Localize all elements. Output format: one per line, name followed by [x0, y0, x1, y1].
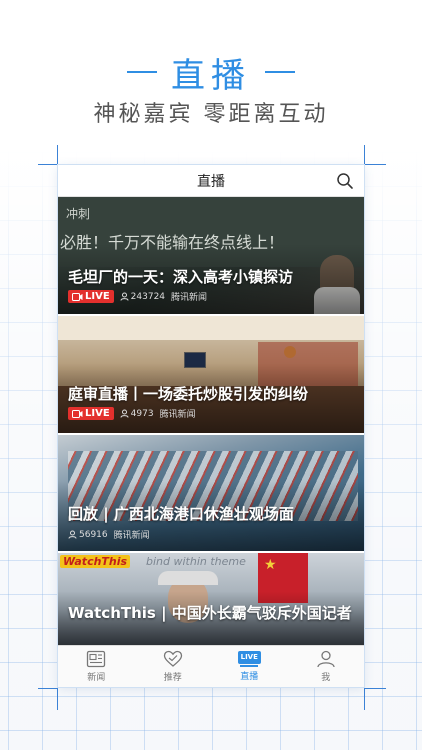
- ceiling: [58, 316, 364, 340]
- tab-live[interactable]: LIVE 直播: [219, 646, 279, 688]
- frame-accent-line: [364, 145, 365, 165]
- nav-title: 直播: [197, 173, 225, 190]
- card-title: 庭审直播丨一场委托炒股引发的纠纷: [68, 385, 309, 403]
- news-icon: [87, 650, 106, 668]
- video-camera-icon: [72, 409, 83, 418]
- tab-recommend[interactable]: 推荐: [143, 646, 203, 688]
- tab-me[interactable]: 我: [296, 646, 356, 688]
- card-meta: LIVE 243724 腾讯新闻: [68, 290, 207, 303]
- view-count: 4973: [120, 409, 154, 419]
- view-count: 56916: [68, 530, 108, 540]
- card-source: 腾讯新闻: [159, 410, 196, 420]
- backdrop-text: bind within theme: [146, 555, 246, 568]
- card-meta: LIVE 4973 腾讯新闻: [68, 407, 196, 420]
- card-source: 腾讯新闻: [113, 531, 150, 541]
- tab-bar: 新闻 推荐 LIVE 直播 我: [58, 645, 364, 687]
- live-card[interactable]: 冲刺 必胜！千万不能输在终点线上！ 毛坦厂的一天：深入高考小镇探访 LIVE 2…: [58, 197, 364, 316]
- hero-title: 直播: [0, 48, 422, 96]
- tab-recommend-label: 推荐: [163, 673, 182, 683]
- card-title: WatchThis | 中国外长霸气驳斥外国记者: [68, 604, 352, 622]
- hero-subtitle: 神秘嘉宾 零距离互动: [93, 102, 329, 127]
- live-badge-label: LIVE: [85, 291, 110, 302]
- live-icon: LIVE: [237, 651, 261, 664]
- video-card[interactable]: bind within theme ★ WatchThis WatchThis …: [58, 553, 364, 645]
- card-meta: 56916 腾讯新闻: [68, 528, 150, 541]
- view-count-value: 243724: [130, 291, 166, 302]
- frame-accent-line: [364, 164, 386, 165]
- live-card[interactable]: 庭审直播丨一场委托炒股引发的纠纷 LIVE 4973 腾讯新闻: [58, 316, 364, 435]
- view-count-value: 56916: [79, 529, 108, 540]
- hero-title-text: 直播: [171, 55, 251, 96]
- speaker-hair: [158, 571, 218, 585]
- frame-accent-line: [57, 688, 58, 710]
- heart-icon: [163, 650, 182, 667]
- nav-bar: 直播: [58, 165, 364, 197]
- frame-accent-line: [364, 688, 386, 689]
- live-badge-label: LIVE: [85, 408, 110, 419]
- phone-screen: 直播 冲刺 必胜！千万不能输在终点线上！ 毛坦厂的一天：深入高考小镇探访 LIV…: [58, 165, 364, 687]
- person-icon: [68, 530, 77, 539]
- video-camera-icon: [72, 292, 83, 301]
- flag-star: ★: [264, 557, 277, 573]
- frame-accent-line: [57, 145, 58, 165]
- view-count: 243724: [120, 292, 165, 302]
- replay-card[interactable]: 回放 | 广西北海港口休渔壮观场面 56916 腾讯新闻: [58, 435, 364, 553]
- frame-accent-line: [38, 688, 58, 689]
- frame-accent-line: [38, 164, 58, 165]
- view-count-value: 4973: [130, 408, 154, 419]
- live-badge: LIVE: [68, 407, 114, 420]
- tab-news[interactable]: 新闻: [66, 646, 126, 688]
- tab-news-label: 新闻: [87, 673, 106, 683]
- title-dash-left: [127, 71, 157, 73]
- live-icon-underline: [240, 665, 259, 667]
- person-icon: [120, 409, 129, 418]
- frame-accent-line: [364, 688, 365, 710]
- person-icon: [317, 650, 335, 668]
- person-icon: [120, 292, 129, 301]
- search-icon[interactable]: [336, 172, 354, 190]
- card-title: 毛坦厂的一天：深入高考小镇探访: [68, 268, 294, 286]
- watchthis-logo: WatchThis: [60, 555, 131, 568]
- card-source: 腾讯新闻: [171, 293, 208, 303]
- live-feed[interactable]: 冲刺 必胜！千万不能输在终点线上！ 毛坦厂的一天：深入高考小镇探访 LIVE 2…: [58, 197, 364, 645]
- tab-live-label: 直播: [240, 672, 259, 682]
- title-dash-right: [265, 71, 295, 73]
- live-badge: LIVE: [68, 290, 114, 303]
- blackboard-writing: 冲刺: [66, 207, 91, 221]
- card-title: 回放 | 广西北海港口休渔壮观场面: [68, 505, 294, 523]
- tab-me-label: 我: [321, 673, 331, 683]
